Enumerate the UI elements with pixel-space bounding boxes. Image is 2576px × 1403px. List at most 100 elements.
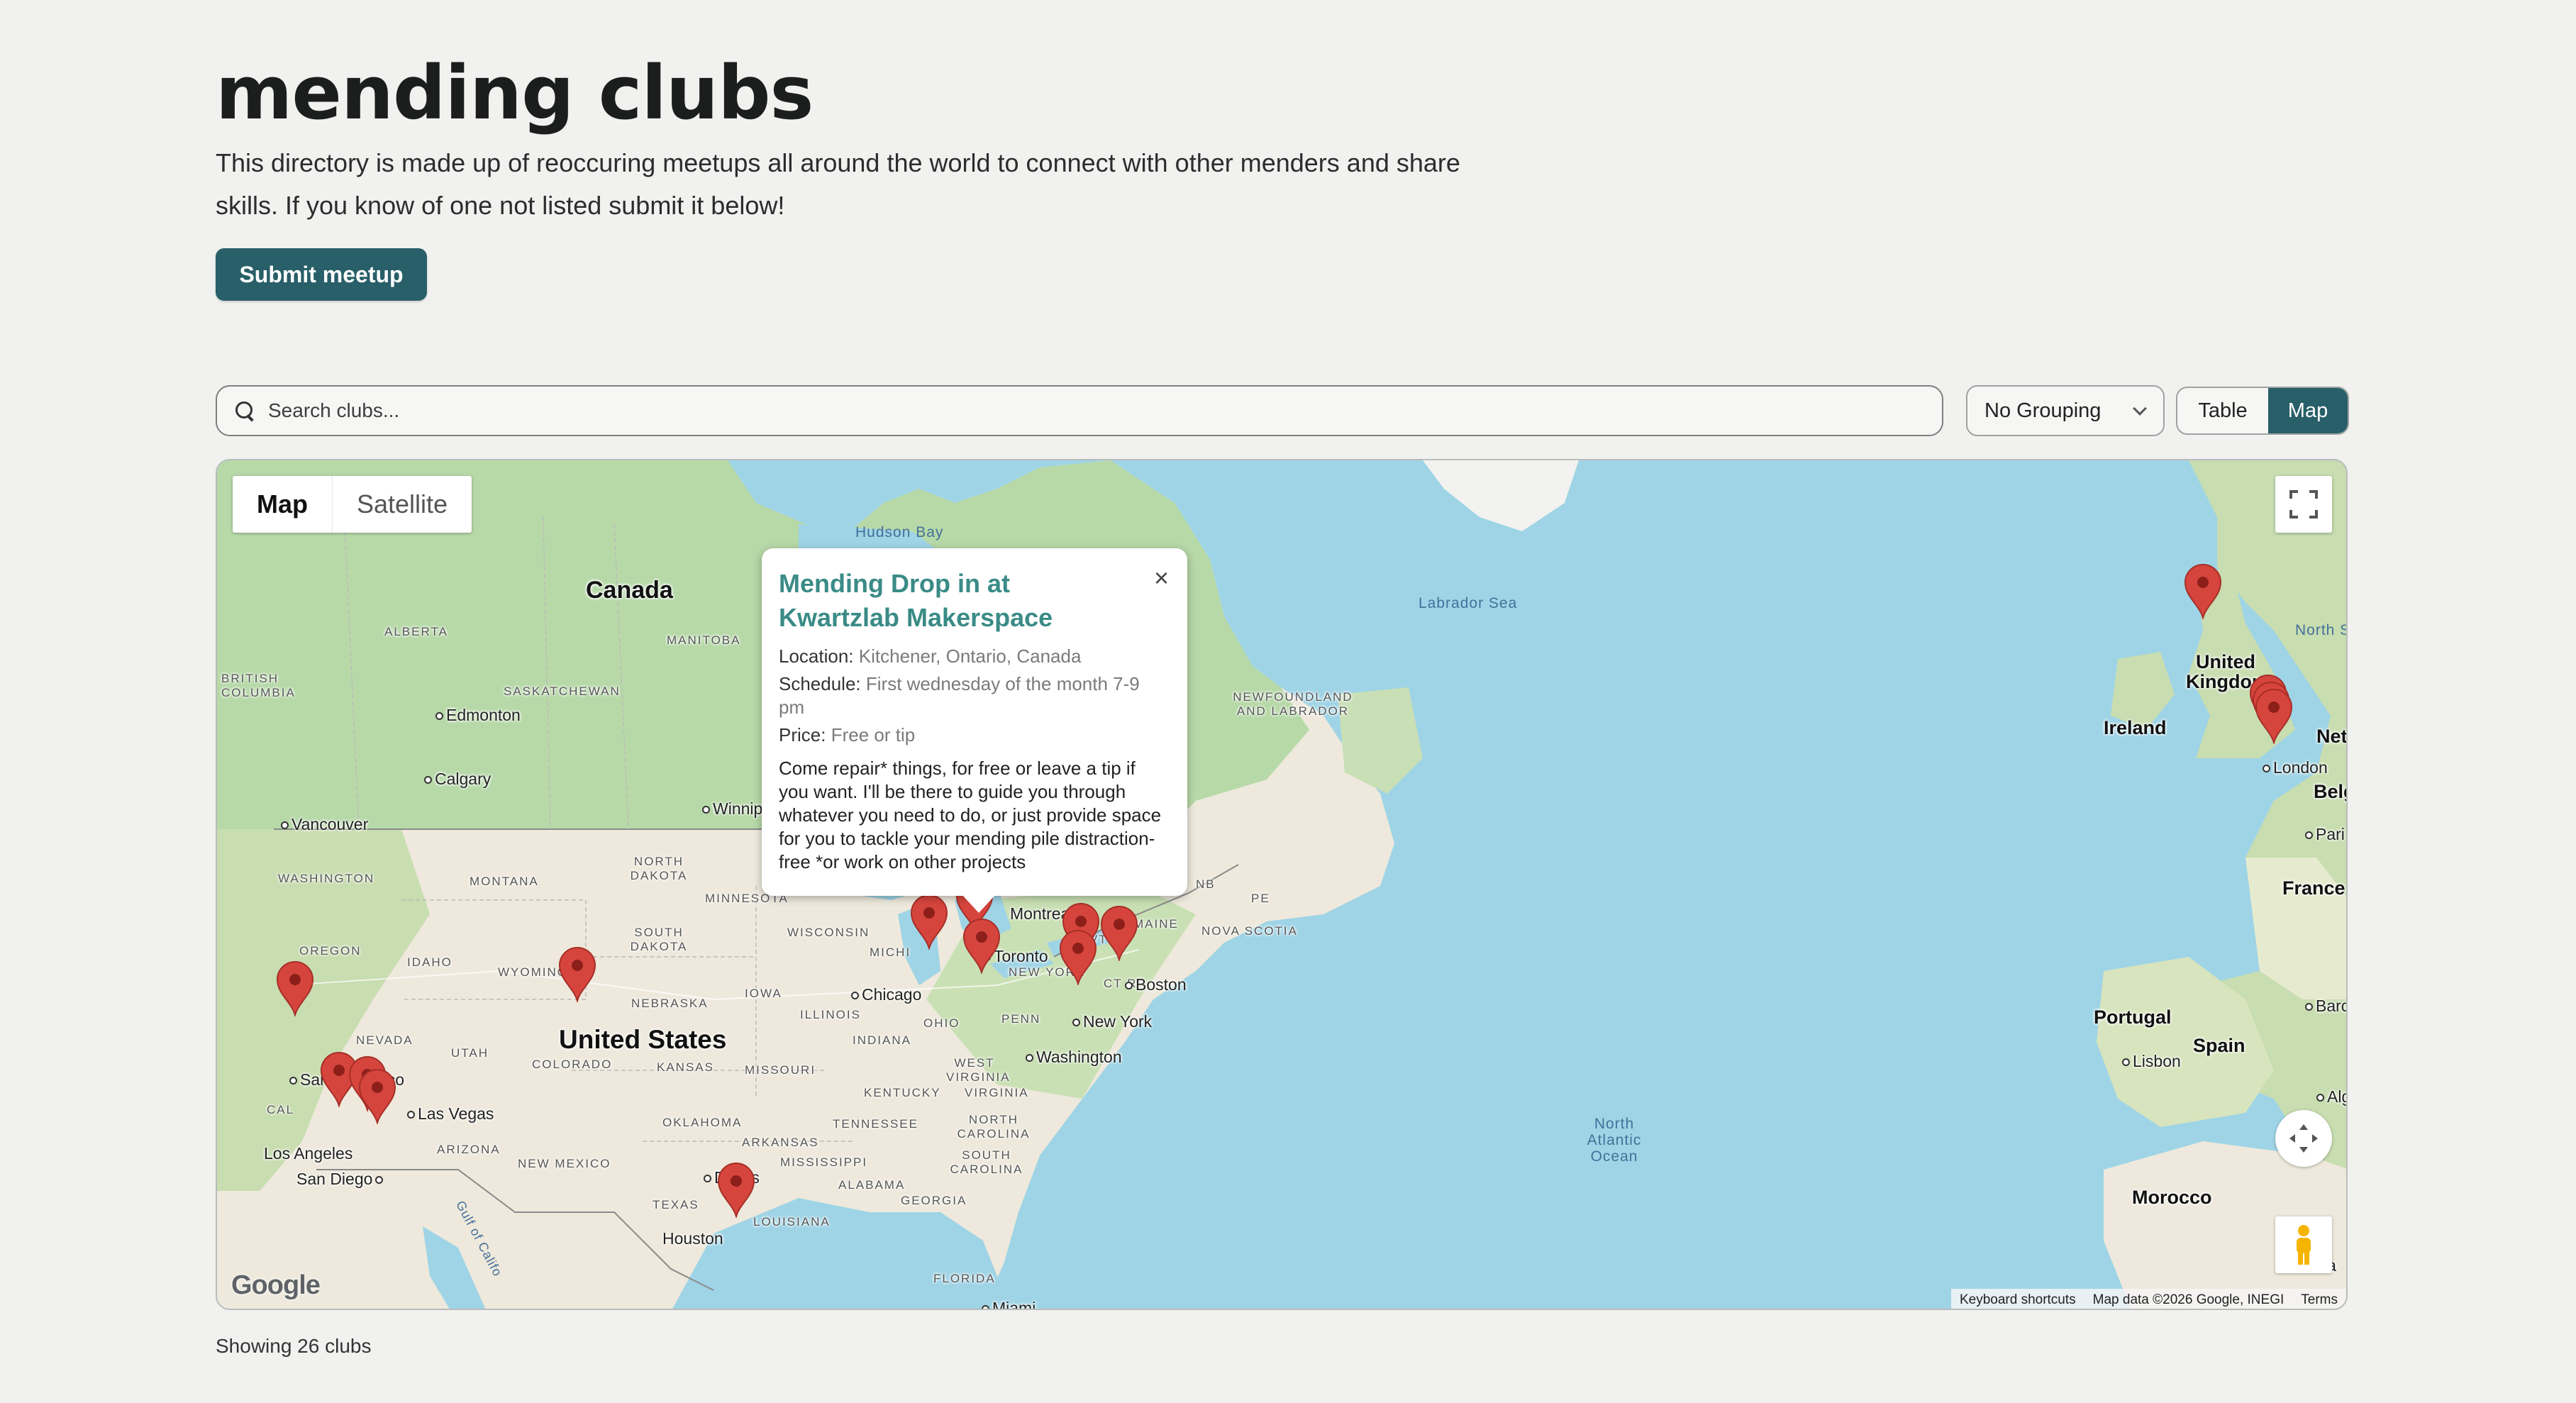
label-pei: PE [1251,892,1270,905]
club-map-pin[interactable] [961,917,1002,975]
keyboard-shortcuts-link[interactable]: Keyboard shortcuts [1960,1292,2076,1308]
city-new-york: New York [1072,1012,1152,1031]
view-map-button[interactable]: Map [2268,388,2348,433]
label-ohio: OHIO [923,1016,960,1030]
club-map-pin[interactable] [2253,687,2294,745]
label-north-atlantic: North Atlantic Ocean [1587,1116,1642,1165]
club-map-pin[interactable] [716,1161,757,1219]
map-pin-icon [910,894,948,951]
city-houston: Houston [662,1229,723,1248]
label-saskatchewan: SASKATCHEWAN [504,684,621,698]
map-pin-icon [2255,689,2293,745]
camera-control-button[interactable] [2275,1110,2332,1167]
street-view-pegman-button[interactable] [2275,1216,2332,1273]
label-west-virginia: WEST VIRGINIA [946,1056,1011,1084]
view-toggle: Table Map [2176,387,2349,435]
label-net: Net [2316,726,2348,747]
city-calgary: Calgary [424,770,491,789]
terms-link[interactable]: Terms [2301,1292,2338,1308]
popup-description: Come repair* things, for free or leave a… [779,758,1162,872]
label-new-mexico: NEW MEXICO [518,1157,611,1170]
map-pin-icon [276,961,314,1018]
label-washington: WASHINGTON [278,872,375,885]
label-wisconsin: WISCONSIN [787,926,870,939]
label-maine: MAINE [1133,917,1179,931]
page-title: mending clubs [216,50,814,136]
label-virginia: VIRGINIA [965,1086,1029,1099]
map-pin-icon [1059,930,1097,987]
move-arrows-icon [2289,1124,2318,1153]
city-boston: Boston [1125,975,1187,994]
label-new-brunswick: NB [1196,877,1216,891]
label-kentucky: KENTUCKY [864,1086,941,1099]
map-type-map-button[interactable]: Map [233,476,333,533]
club-map-pin[interactable] [1057,928,1099,987]
page-description: This directory is made up of reoccuring … [216,148,1460,220]
club-map-pin[interactable] [357,1068,398,1126]
label-iowa: IOWA [745,987,782,1000]
label-penn: PENN [1001,1012,1041,1026]
label-morocco: Morocco [2132,1187,2212,1208]
map-data-text: Map data ©2026 Google, INEGI [2092,1292,2284,1307]
popup-price: Price: Free or tip [779,724,916,745]
map-pin-icon [1100,906,1138,963]
map-pin-icon [358,1069,396,1126]
map-type-control: Map Satellite [233,476,472,533]
club-map-pin[interactable] [557,946,598,1004]
club-map-pin[interactable] [1099,904,1140,963]
label-alabama: ALABAMA [838,1178,906,1192]
city-lisbon: Lisbon [2122,1052,2181,1071]
label-hudson-bay: Hudson Bay [855,524,944,540]
label-louisiana: LOUISIANA [753,1215,831,1229]
label-south-carolina: SOUTH CAROLINA [950,1148,1023,1176]
label-ireland: Ireland [2104,717,2167,738]
label-newfoundland: NEWFOUNDLAND AND LABRADOR [1233,690,1353,718]
label-belg: Belg [2314,781,2346,802]
label-canada: Canada [586,577,673,604]
label-missouri: MISSOURI [745,1063,816,1077]
label-arizona: ARIZONA [437,1143,501,1156]
popup-title: Mending Drop in at Kwartzlab Makerspace [779,569,1053,632]
search-icon [234,400,255,421]
pegman-icon [2297,1225,2311,1265]
label-georgia: GEORGIA [901,1194,967,1207]
map-pin-icon [2184,564,2222,621]
fullscreen-button[interactable] [2275,476,2332,533]
map-pin-icon [962,919,1001,975]
google-logo: Google [231,1270,321,1300]
label-texas: TEXAS [653,1198,699,1211]
map-view[interactable]: Canada United States United Kingdom Irel… [216,459,2348,1310]
club-map-pin[interactable] [2182,562,2224,621]
club-map-pin[interactable] [274,960,316,1018]
label-colorado: COLORADO [532,1058,613,1071]
chevron-down-icon [2133,401,2147,416]
city-miami: Miami [982,1299,1036,1309]
city-paris: Pari [2305,825,2345,844]
search-input[interactable] [268,399,1899,422]
city-vancouver: Vancouver [281,815,368,834]
label-florida: FLORIDA [933,1272,996,1285]
city-winnipeg: Winnip [702,799,762,819]
label-kansas: KANSAS [657,1060,714,1074]
view-table-button[interactable]: Table [2177,388,2268,433]
city-london: London [2263,758,2328,777]
label-illinois: ILLINOIS [800,1008,861,1021]
label-north-sea: North S [2295,622,2348,638]
city-edmonton: Edmonton [435,706,521,725]
label-oregon: OREGON [299,944,362,958]
popup-schedule: Schedule: First wednesday of the month 7… [779,673,1140,718]
label-indiana: INDIANA [853,1033,911,1047]
label-arkansas: ARKANSAS [742,1136,819,1149]
label-spain: Spain [2193,1035,2245,1056]
map-attribution: Keyboard shortcuts Map data ©2026 Google… [1950,1289,2346,1309]
label-idaho: IDAHO [407,955,453,969]
submit-meetup-button[interactable]: Submit meetup [216,248,427,301]
city-chicago: Chicago [851,985,921,1004]
map-type-satellite-button[interactable]: Satellite [333,476,472,533]
club-info-popup: Mending Drop in at Kwartzlab Makerspace … [762,548,1187,913]
label-alberta: ALBERTA [384,625,448,638]
club-map-pin[interactable] [909,893,950,951]
popup-location: Location: Kitchener, Ontario, Canada [779,645,1082,667]
close-icon[interactable]: × [1154,565,1169,591]
grouping-select[interactable]: No Grouping [1966,385,2165,436]
